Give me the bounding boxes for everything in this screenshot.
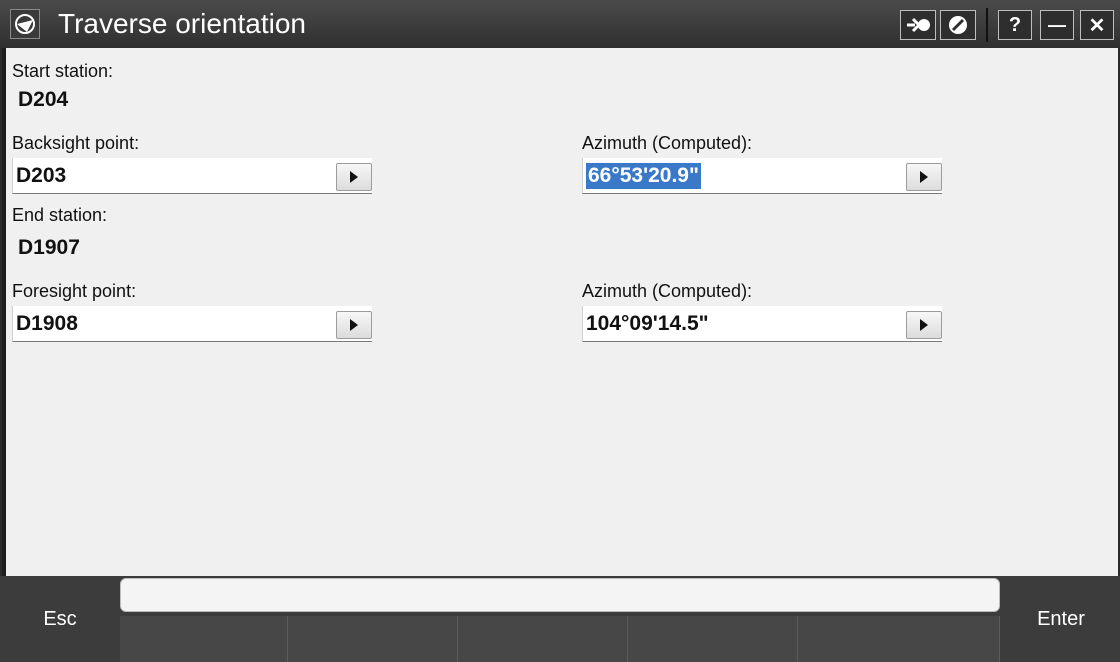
- backsight-point-field[interactable]: D203: [12, 158, 372, 194]
- function-keys: [120, 616, 1000, 662]
- start-station-label: Start station:: [12, 61, 114, 81]
- foresight-point-label: Foresight point:: [12, 281, 137, 301]
- foresight-azimuth-value[interactable]: 104°09'14.5": [586, 311, 709, 337]
- function-key-5[interactable]: [798, 616, 1000, 662]
- help-icon: ?: [1008, 13, 1022, 36]
- function-key-2[interactable]: [288, 616, 458, 662]
- no-entry-icon: [949, 16, 967, 34]
- foresight-azimuth-field[interactable]: 104°09'14.5": [582, 306, 942, 342]
- minimize-icon: —: [1048, 14, 1066, 35]
- form-panel: Start station: D204 Backsight point: D20…: [2, 48, 1118, 576]
- esc-button[interactable]: Esc: [0, 576, 120, 662]
- foresight-azimuth-label: Azimuth (Computed):: [582, 281, 753, 301]
- function-key-1[interactable]: [120, 616, 288, 662]
- switch-to-button[interactable]: [900, 10, 936, 40]
- softkey-bar: Esc Enter: [0, 576, 1120, 662]
- foresight-point-button[interactable]: [336, 311, 372, 339]
- end-station-value: D1907: [18, 236, 80, 259]
- esc-label: Esc: [43, 607, 77, 630]
- backsight-azimuth-value[interactable]: 66°53'20.9": [586, 163, 701, 189]
- title-bar: Traverse orientation ? — ✕: [0, 0, 1120, 48]
- status-line: [120, 578, 1000, 612]
- titlebar-divider: [986, 8, 988, 42]
- enter-label: Enter: [1037, 607, 1085, 630]
- function-key-3[interactable]: [458, 616, 628, 662]
- foresight-azimuth-button[interactable]: [906, 311, 942, 339]
- help-button[interactable]: ?: [998, 10, 1032, 40]
- window-title: Traverse orientation: [58, 8, 306, 39]
- backsight-point-label: Backsight point:: [12, 133, 140, 153]
- arrow-right-icon: [920, 171, 928, 183]
- backsight-point-value[interactable]: D203: [16, 163, 66, 189]
- logo-icon[interactable]: [10, 9, 40, 39]
- close-button[interactable]: ✕: [1080, 10, 1114, 40]
- arrow-right-icon: [350, 171, 358, 183]
- backsight-azimuth-button[interactable]: [906, 163, 942, 191]
- function-key-4[interactable]: [628, 616, 798, 662]
- backsight-azimuth-label: Azimuth (Computed):: [582, 133, 753, 153]
- start-station-value: D204: [18, 88, 69, 111]
- foresight-point-field[interactable]: D1908: [12, 306, 372, 342]
- end-station-label: End station:: [12, 205, 108, 225]
- backsight-azimuth-field[interactable]: 66°53'20.9": [582, 158, 942, 194]
- enter-button[interactable]: Enter: [1002, 576, 1120, 662]
- switch-to-icon: [907, 17, 930, 33]
- no-entry-button[interactable]: [940, 10, 976, 40]
- arrow-right-icon: [350, 319, 358, 331]
- minimize-button[interactable]: —: [1040, 10, 1074, 40]
- arrow-right-icon: [920, 319, 928, 331]
- close-icon: ✕: [1088, 14, 1106, 37]
- backsight-point-button[interactable]: [336, 163, 372, 191]
- foresight-point-value[interactable]: D1908: [16, 311, 78, 337]
